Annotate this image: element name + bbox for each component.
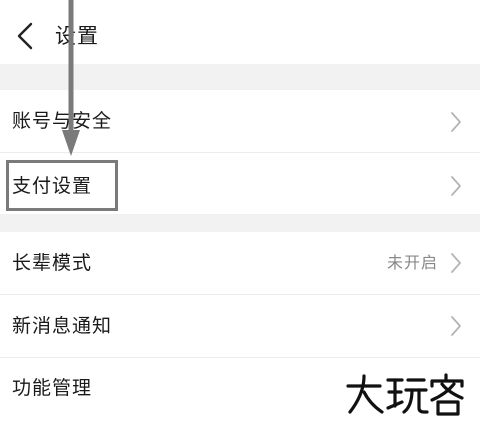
section-gap <box>0 214 480 232</box>
settings-page: 设置 账号与安全 支付设置 长辈模式 未开启 新消息通知 功能管理 <box>0 0 480 423</box>
chevron-right-icon <box>450 252 462 274</box>
arrow-down-icon <box>62 0 80 156</box>
chevron-right-icon <box>450 175 462 197</box>
watermark-logo <box>344 372 470 418</box>
menu-item-label: 长辈模式 <box>12 252 93 274</box>
back-button[interactable] <box>10 18 40 54</box>
menu-item-message-notifications[interactable]: 新消息通知 <box>0 295 480 357</box>
chevron-right-icon <box>450 315 462 337</box>
annotation-arrow <box>58 0 84 160</box>
menu-item-label: 新消息通知 <box>12 315 113 337</box>
highlight-box <box>6 160 118 211</box>
chevron-left-icon <box>17 22 33 50</box>
chevron-right-icon <box>450 111 462 133</box>
menu-item-status: 未开启 <box>386 253 438 272</box>
menu-item-label: 功能管理 <box>12 377 93 399</box>
menu-item-elder-mode[interactable]: 长辈模式 未开启 <box>0 232 480 294</box>
